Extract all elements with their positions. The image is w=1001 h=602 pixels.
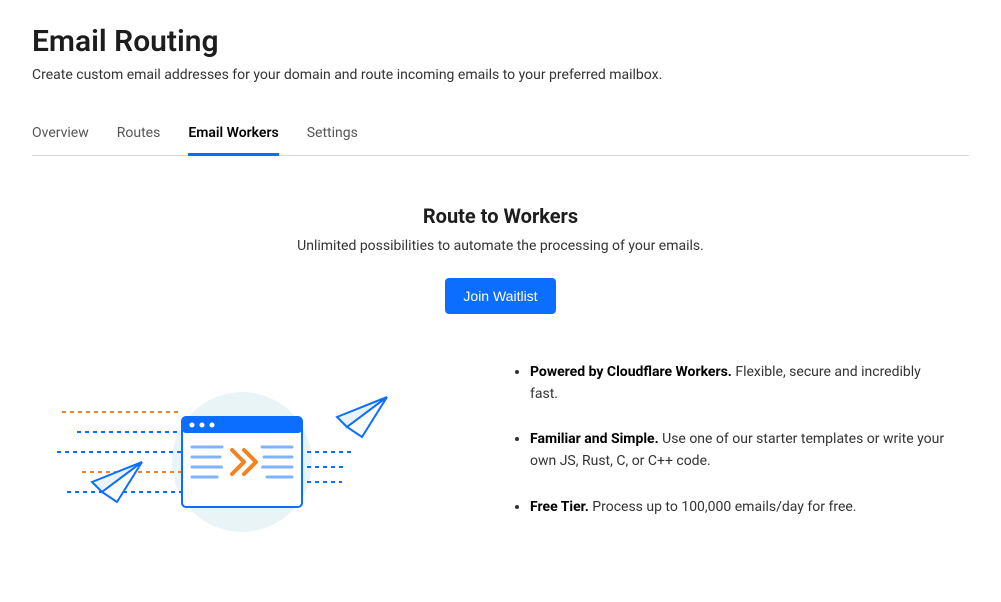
workers-illustration — [52, 362, 432, 562]
page-title: Email Routing — [32, 24, 969, 59]
join-waitlist-button[interactable]: Join Waitlist — [445, 278, 555, 314]
tab-settings[interactable]: Settings — [307, 115, 358, 156]
feature-bold: Familiar and Simple. — [530, 431, 659, 447]
hero-title: Route to Workers — [32, 204, 969, 228]
feature-text: Process up to 100,000 emails/day for fre… — [589, 499, 857, 515]
tab-overview[interactable]: Overview — [32, 115, 89, 156]
page-subtitle: Create custom email addresses for your d… — [32, 67, 969, 83]
feature-bold: Free Tier. — [530, 499, 589, 515]
tab-email-workers[interactable]: Email Workers — [188, 115, 278, 156]
feature-bold: Powered by Cloudflare Workers. — [530, 364, 732, 380]
feature-list: Powered by Cloudflare Workers. Flexible,… — [512, 362, 949, 542]
tab-bar: Overview Routes Email Workers Settings — [32, 115, 969, 156]
feature-item: Free Tier. Process up to 100,000 emails/… — [530, 497, 949, 519]
tab-routes[interactable]: Routes — [117, 115, 161, 156]
hero-section: Route to Workers Unlimited possibilities… — [32, 204, 969, 314]
feature-item: Powered by Cloudflare Workers. Flexible,… — [530, 362, 949, 405]
feature-item: Familiar and Simple. Use one of our star… — [530, 429, 949, 472]
hero-subtitle: Unlimited possibilities to automate the … — [32, 238, 969, 254]
